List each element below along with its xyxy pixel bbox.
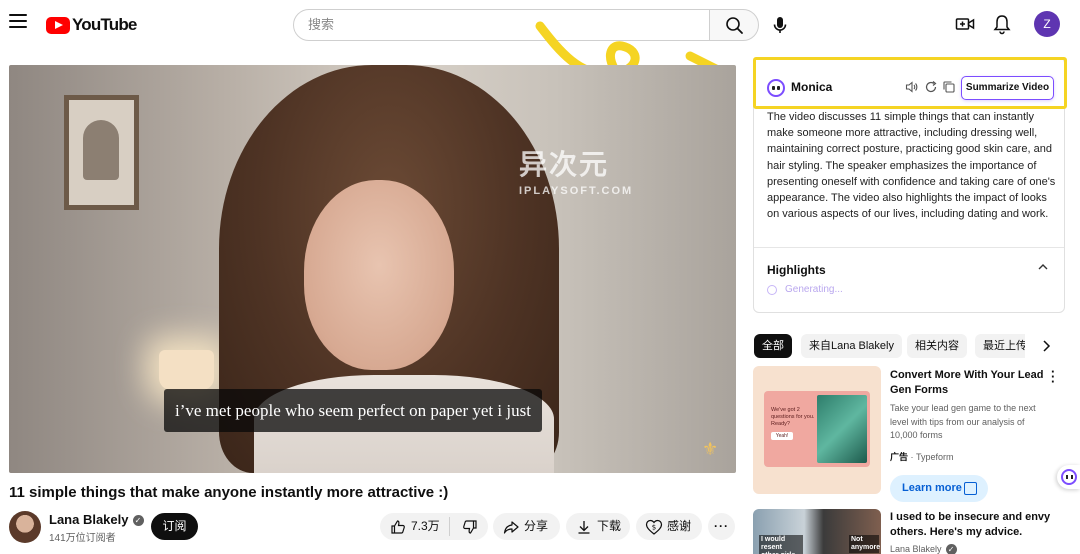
- search-icon: [726, 17, 743, 34]
- svg-text:$: $: [652, 523, 656, 531]
- ad-preview-question: We've got 2 questions for you. Ready?: [771, 407, 815, 427]
- download-icon: [578, 520, 590, 534]
- copy-icon[interactable]: [942, 80, 956, 94]
- channel-name-text[interactable]: Lana Blakely: [49, 512, 129, 527]
- download-button[interactable]: 下载: [566, 513, 630, 540]
- thumbs-up-icon: [391, 519, 405, 534]
- search-input[interactable]: 搜索: [293, 9, 710, 41]
- download-label: 下载: [597, 519, 622, 533]
- related-video-thumbnail[interactable]: I would resent other girls Not anymore: [753, 509, 881, 554]
- refresh-icon[interactable]: [924, 80, 938, 94]
- generating-text: Generating...: [785, 284, 843, 295]
- related-video-title[interactable]: I used to be insecure and envy others. H…: [890, 510, 1055, 540]
- speaker-face: [304, 180, 454, 370]
- dislike-button[interactable]: [450, 519, 478, 535]
- related-video-channel[interactable]: Lana Blakely ✓: [890, 544, 957, 554]
- verified-check-icon: ✓: [945, 544, 957, 554]
- like-dislike-group: 7.3万: [380, 513, 488, 540]
- learn-more-button[interactable]: Learn more: [890, 475, 988, 502]
- ad-advertiser: Typeform: [916, 452, 954, 462]
- related-channel-name[interactable]: Lana Blakely: [890, 544, 942, 554]
- thumb-caption-right: Not anymore: [849, 535, 881, 553]
- video-title: 11 simple things that make anyone instan…: [9, 484, 449, 501]
- chevron-up-icon[interactable]: [1037, 261, 1049, 273]
- monica-header-highlight: Monica Summarize Video: [753, 57, 1067, 109]
- ad-label: 广告 · Typeform: [890, 450, 954, 463]
- monica-logo-icon: [767, 79, 785, 97]
- background-painting: [64, 95, 139, 210]
- chevron-right-icon[interactable]: [1039, 338, 1053, 354]
- monica-floating-button[interactable]: [1057, 465, 1080, 489]
- verified-check-icon: ✓: [132, 515, 144, 527]
- panel-divider: [754, 247, 1064, 248]
- summarize-video-button[interactable]: Summarize Video: [961, 76, 1054, 100]
- monica-face-icon: [1061, 469, 1077, 485]
- ad-separator: ·: [908, 452, 917, 462]
- ad-description: Take your lead gen game to the next leve…: [890, 403, 1036, 440]
- chip-all[interactable]: 全部: [754, 334, 792, 358]
- like-count: 7.3万: [411, 519, 440, 533]
- ad-preview-image: [817, 395, 867, 463]
- generating-status: Generating...: [767, 284, 843, 295]
- share-label: 分享: [524, 519, 549, 533]
- watermark-cn: 异次元: [519, 149, 610, 180]
- loading-spinner-icon: [767, 284, 777, 295]
- youtube-logo[interactable]: YouTube: [46, 15, 137, 35]
- chip-related[interactable]: 相关内容: [907, 334, 967, 358]
- video-player[interactable]: 异次元 IPLAYSOFT.COM i’ve met people who se…: [9, 65, 736, 473]
- top-bar: YouTube 搜索 Z: [0, 0, 1080, 52]
- external-link-icon: [964, 482, 977, 495]
- learn-more-label: Learn more: [902, 482, 962, 494]
- chip-recent[interactable]: 最近上传: [975, 334, 1025, 358]
- share-arrow-icon: [503, 520, 519, 534]
- create-video-button[interactable]: [955, 14, 975, 34]
- ad-preview-card: We've got 2 questions for you. Ready? Ye…: [764, 391, 870, 467]
- site-watermark: 异次元 IPLAYSOFT.COM: [519, 143, 633, 197]
- ad-thumbnail[interactable]: We've got 2 questions for you. Ready? Ye…: [753, 366, 881, 494]
- microphone-icon: [773, 17, 787, 33]
- background-lamp: [159, 350, 214, 390]
- speaker-icon[interactable]: [905, 80, 919, 94]
- search-button[interactable]: [709, 9, 759, 41]
- thumbs-down-icon: [463, 519, 477, 534]
- channel-watermark-icon[interactable]: ⚜: [702, 439, 718, 463]
- watermark-en: IPLAYSOFT.COM: [519, 185, 634, 197]
- video-caption: i’ve met people who seem perfect on pape…: [164, 389, 542, 432]
- monica-summary-panel: Monica Summarize Video The video discuss…: [753, 57, 1067, 313]
- video-summary-text: The video discusses 11 simple things tha…: [767, 111, 1056, 221]
- subscribe-button[interactable]: 订阅: [151, 513, 198, 540]
- thumb-caption-left: I would resent other girls: [759, 535, 803, 554]
- dollar-heart-icon: $: [645, 519, 663, 535]
- ad-more-options-icon[interactable]: · · ·: [1051, 365, 1057, 388]
- channel-name[interactable]: Lana Blakely ✓: [49, 512, 144, 527]
- thanks-button[interactable]: $ 感谢: [636, 513, 702, 540]
- bell-icon: [993, 15, 1011, 35]
- thanks-label: 感谢: [667, 519, 692, 533]
- hamburger-menu-icon[interactable]: [9, 14, 27, 30]
- ad-badge: 广告: [890, 452, 909, 462]
- monica-title: Monica: [791, 80, 833, 94]
- share-button[interactable]: 分享: [493, 513, 560, 540]
- ad-title[interactable]: Convert More With Your Lead Gen Forms: [890, 368, 1050, 398]
- subscriber-count: 141万位订阅者: [49, 533, 116, 544]
- account-avatar[interactable]: Z: [1034, 11, 1060, 37]
- ad-preview-text: We've got 2 questions for you. Ready? Ye…: [771, 407, 815, 440]
- more-actions-button[interactable]: ···: [708, 513, 735, 540]
- channel-avatar[interactable]: [9, 511, 41, 543]
- video-camera-plus-icon: [955, 18, 975, 30]
- notifications-button[interactable]: [992, 13, 1012, 35]
- youtube-play-icon: [46, 16, 70, 34]
- highlights-heading: Highlights: [767, 263, 826, 277]
- like-button[interactable]: 7.3万: [380, 517, 450, 536]
- voice-search-button[interactable]: [768, 13, 792, 37]
- youtube-logo-text: YouTube: [72, 15, 137, 34]
- ad-preview-button: Yeah!: [771, 432, 793, 440]
- chip-from-channel[interactable]: 来自Lana Blakely: [801, 334, 902, 358]
